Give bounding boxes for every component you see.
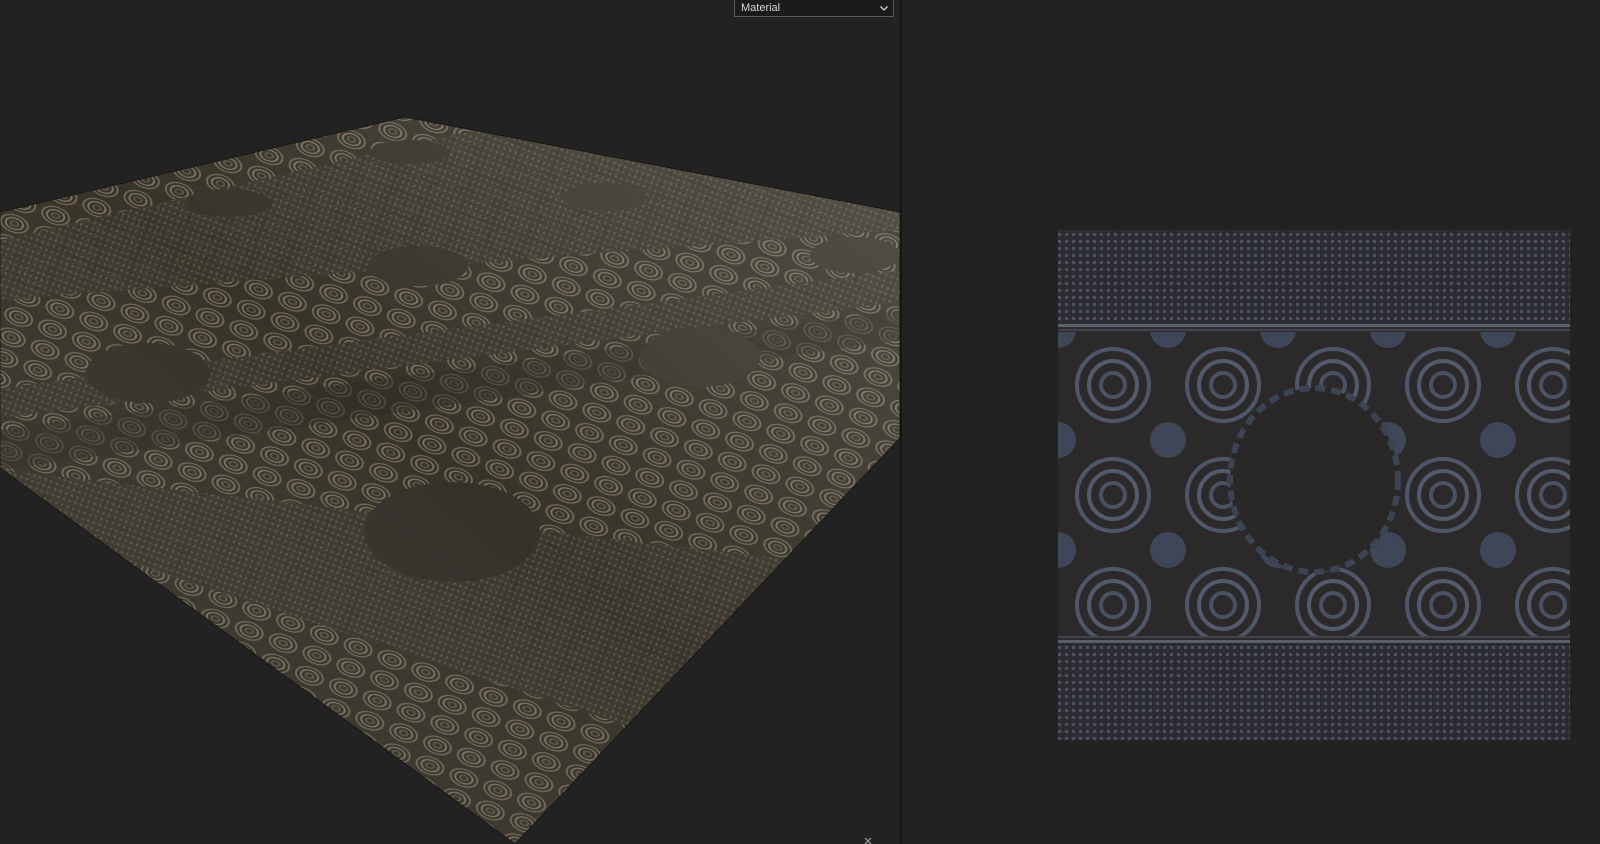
material-plane-render (0, 116, 900, 844)
render-mode-value: Material (741, 2, 781, 14)
close-icon[interactable] (864, 838, 872, 844)
texture-tile (1058, 230, 1570, 740)
material-preview-app: Material (0, 0, 1600, 844)
render-mode-dropdown[interactable]: Material (734, 0, 894, 17)
material-texture-2d (1058, 230, 1570, 740)
viewport-2d[interactable] (902, 0, 1600, 844)
chevron-down-icon (879, 3, 889, 13)
viewport-3d[interactable]: Material (0, 0, 900, 844)
